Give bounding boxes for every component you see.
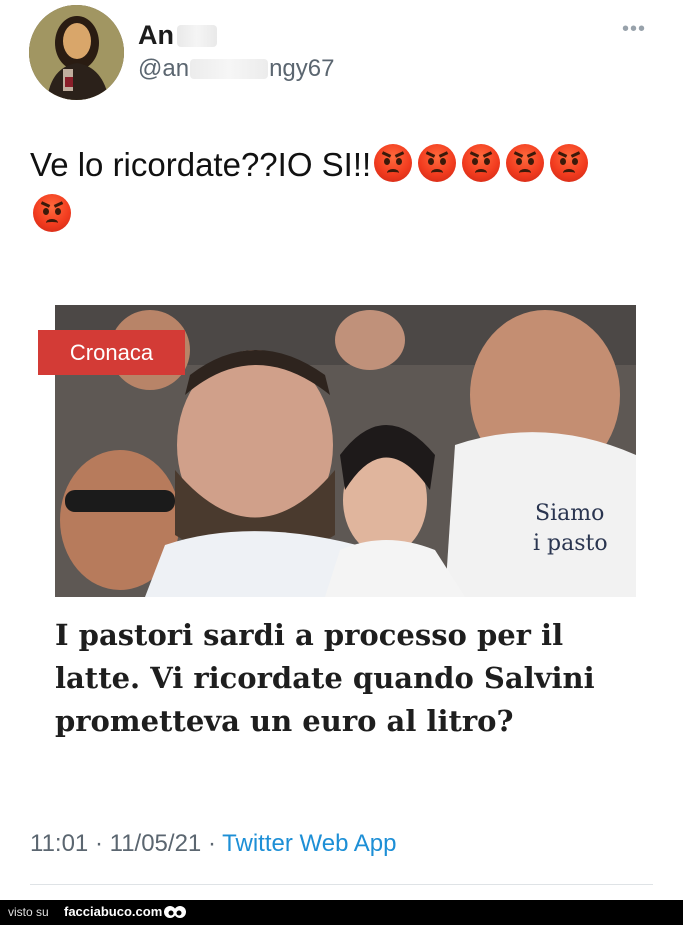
handle-prefix: @an xyxy=(138,55,190,82)
category-badge: Cronaca xyxy=(38,330,185,375)
user-handle[interactable]: @an ngy67 xyxy=(138,55,334,83)
divider xyxy=(30,884,653,885)
svg-text:i pasto: i pasto xyxy=(533,531,608,556)
tweet-source-link[interactable]: Twitter Web App xyxy=(222,830,396,857)
display-name-text: An xyxy=(138,20,174,50)
card-headline[interactable]: I pastori sardi a processo per il latte.… xyxy=(55,614,630,743)
angry-face-emoji xyxy=(374,144,413,182)
angry-face-emoji xyxy=(33,194,71,232)
angry-face-emoji xyxy=(418,144,457,182)
display-name[interactable]: An xyxy=(138,20,217,51)
footer-site[interactable]: facciabuco.com xyxy=(64,904,162,919)
tweet-text: Ve lo ricordate??IO SI!! xyxy=(30,140,630,240)
angry-face-emoji xyxy=(462,144,501,182)
angry-face-emoji xyxy=(550,144,589,182)
link-card[interactable]: Siamo i pasto Cronaca I pastori sardi a … xyxy=(38,305,636,785)
tweet-time: 11:01 xyxy=(30,830,89,857)
more-horizontal-icon[interactable]: ••• xyxy=(622,18,646,41)
display-name-redaction xyxy=(177,25,217,47)
mona-lisa-avatar-image xyxy=(29,5,124,100)
svg-text:Siamo: Siamo xyxy=(535,501,604,526)
handle-redaction xyxy=(190,59,269,79)
watermark-footer: visto su facciabuco.com xyxy=(0,900,683,925)
tweet-meta: 11:01 · 11/05/21 · Twitter Web App xyxy=(30,830,396,858)
meta-separator-1: · xyxy=(94,830,103,857)
angry-face-emoji xyxy=(506,144,545,182)
handle-suffix: ngy67 xyxy=(269,55,335,82)
avatar[interactable] xyxy=(29,5,124,100)
tweet-date[interactable]: 11/05/21 xyxy=(110,830,202,857)
eyes-logo-icon xyxy=(164,906,186,918)
meta-separator-2: · xyxy=(207,830,216,857)
footer-label: visto su xyxy=(8,905,49,919)
tweet-body: Ve lo ricordate??IO SI!! xyxy=(30,146,372,183)
